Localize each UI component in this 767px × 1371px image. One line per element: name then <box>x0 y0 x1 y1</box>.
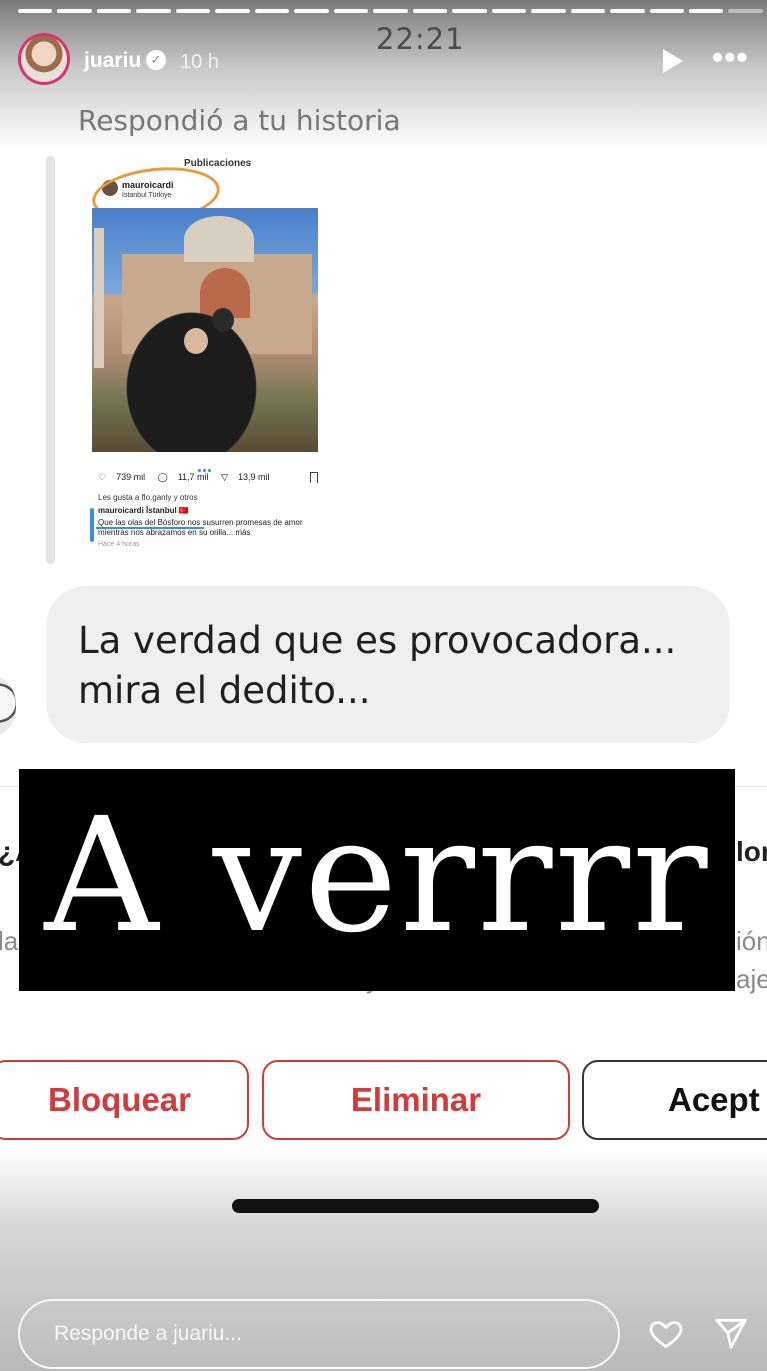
more-options-icon[interactable]: ••• <box>712 39 749 76</box>
replied-to-story-label: Respondió a tu historia <box>78 104 401 137</box>
accept-button[interactable]: Acept <box>582 1060 767 1140</box>
heart-icon: ♡ <box>98 472 107 482</box>
caption-text: Que las olas del Bósforo nos susurren pr… <box>98 518 303 537</box>
progress-segment <box>491 9 527 13</box>
dome-shape <box>184 216 254 262</box>
request-body-fragment: aje <box>736 964 767 994</box>
progress-segment <box>373 9 408 13</box>
progress-segment <box>728 9 763 13</box>
story-thumbnail[interactable]: Publicaciones mauroicardi İstanbul Türki… <box>88 150 320 555</box>
progress-segment <box>136 9 171 13</box>
progress-segment <box>254 9 290 13</box>
liked-by-text: Les gusta a flo.ganly y otros <box>98 493 198 502</box>
play-icon[interactable] <box>663 49 683 73</box>
progress-segment <box>333 9 369 13</box>
progress-segment <box>412 9 448 13</box>
overlay-text: A verrrr <box>44 784 710 968</box>
story-time-ago: 10 h <box>180 51 219 73</box>
progress-segment <box>215 9 250 13</box>
request-title-fragment: lor <box>736 836 767 867</box>
thumb-title: Publicaciones <box>184 158 252 169</box>
face-shape <box>212 308 234 332</box>
message-bubble: La verdad que es provocadora... mira el … <box>46 586 730 743</box>
profile-avatar[interactable] <box>18 33 70 85</box>
delete-button[interactable]: Eliminar <box>262 1060 570 1140</box>
progress-segment <box>57 9 92 13</box>
bookmark-icon <box>310 472 318 483</box>
comment-count: 11,7 mil <box>177 472 209 482</box>
face-shape <box>184 328 208 354</box>
story-progress-bar <box>18 9 763 13</box>
block-button[interactable]: Bloquear <box>0 1060 249 1140</box>
home-indicator <box>232 1199 599 1213</box>
progress-segment <box>294 9 329 13</box>
couple-figure <box>124 292 274 452</box>
caption-user: mauroicardi İstanbul 🇹🇷 <box>98 506 189 515</box>
send-icon[interactable] <box>712 1314 750 1352</box>
message-text: La verdad que es provocadora... mira el … <box>78 619 677 712</box>
progress-segment <box>18 9 53 13</box>
sender-avatar[interactable] <box>0 676 16 736</box>
progress-segment <box>570 9 606 13</box>
progress-segment <box>452 9 487 13</box>
reply-input[interactable]: Responde a juariu... <box>18 1299 620 1369</box>
like-count: 739 mil <box>116 472 146 482</box>
minaret-shape <box>94 228 104 368</box>
post-time: Hace 4 horas <box>98 541 140 548</box>
share-count: 13,9 mil <box>237 472 270 482</box>
story-username[interactable]: juariu <box>84 49 141 73</box>
share-icon: ▽ <box>221 472 228 482</box>
progress-segment <box>649 9 684 13</box>
overlay-text-banner: A verrrr <box>19 769 735 991</box>
progress-segment <box>688 9 724 13</box>
thumb-photo <box>92 208 318 452</box>
progress-segment <box>610 9 645 13</box>
story-header: juariu ✓ 10 h ••• <box>18 33 763 87</box>
request-body-fragment: la <box>0 926 19 956</box>
heart-icon[interactable] <box>648 1315 684 1351</box>
progress-segment <box>531 9 566 13</box>
progress-segment <box>175 9 211 13</box>
comment-icon: ◯ <box>157 472 168 482</box>
blue-mark-annotation <box>90 508 94 542</box>
request-body-fragment: ión <box>736 926 767 956</box>
carousel-dots <box>198 459 218 472</box>
thumb-actions: ♡ 739 mil ◯ 11,7 mil ▽ 13,9 mil <box>98 472 280 483</box>
progress-segment <box>96 9 132 13</box>
verified-badge-icon: ✓ <box>146 50 166 70</box>
quote-bar <box>46 156 55 564</box>
